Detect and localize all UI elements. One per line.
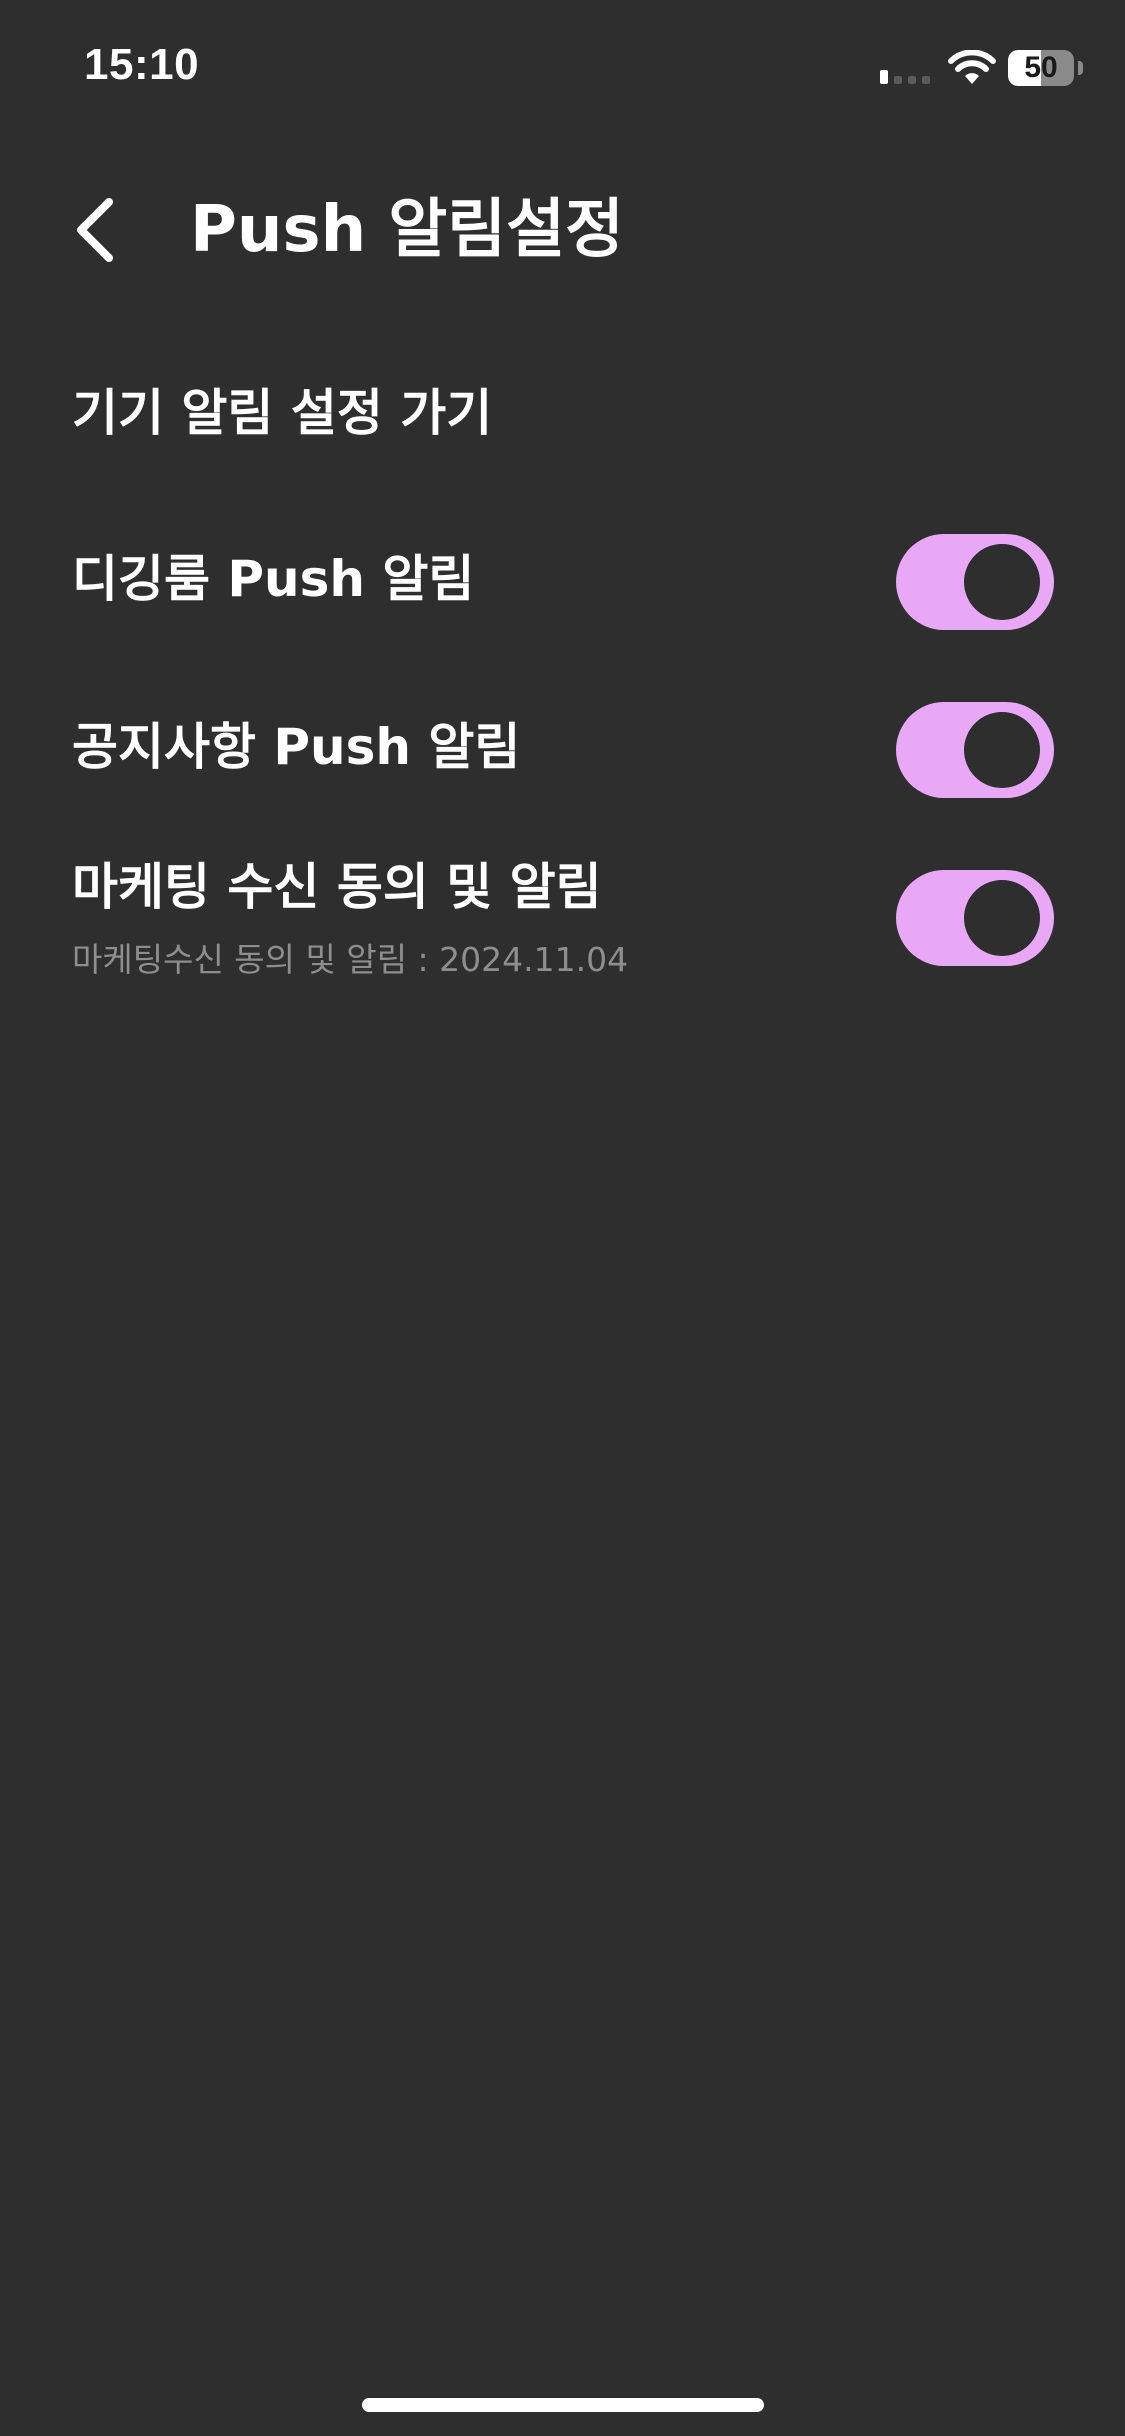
notice-push-label: 공지사항 Push 알림 [72, 718, 521, 776]
notice-push-row: 공지사항 Push 알림 [0, 698, 1125, 808]
marketing-consent-label: 마케팅 수신 동의 및 알림 [72, 858, 602, 916]
wifi-icon [948, 50, 996, 84]
battery-tip [1078, 61, 1083, 75]
toggle-knob [964, 544, 1040, 620]
back-button[interactable] [60, 190, 130, 270]
home-indicator [362, 2398, 764, 2412]
status-bar: 15:10 50 [0, 0, 1125, 140]
toggle-knob [964, 712, 1040, 788]
chevron-left-icon [77, 198, 113, 262]
status-time: 15:10 [84, 40, 200, 89]
marketing-consent-date: 마케팅수신 동의 및 알림 : 2024.11.04 [72, 940, 629, 979]
notice-push-toggle[interactable] [896, 702, 1054, 798]
marketing-consent-toggle[interactable] [896, 870, 1054, 966]
cellular-signal-icon [880, 70, 930, 84]
battery-level: 50 [1024, 51, 1058, 84]
digging-room-push-toggle[interactable] [896, 534, 1054, 630]
digging-room-push-label: 디깅룸 Push 알림 [72, 550, 475, 608]
page-title: Push 알림설정 [190, 193, 624, 267]
toggle-knob [964, 880, 1040, 956]
device-notification-settings-link[interactable]: 기기 알림 설정 가기 [72, 378, 492, 448]
battery-icon: 50 [1008, 50, 1074, 86]
marketing-consent-row: 마케팅 수신 동의 및 알림 마케팅수신 동의 및 알림 : 2024.11.0… [0, 852, 1125, 992]
header: Push 알림설정 [0, 170, 1125, 290]
digging-room-push-row: 디깅룸 Push 알림 [0, 530, 1125, 640]
battery-indicator: 50 [1008, 50, 1084, 86]
